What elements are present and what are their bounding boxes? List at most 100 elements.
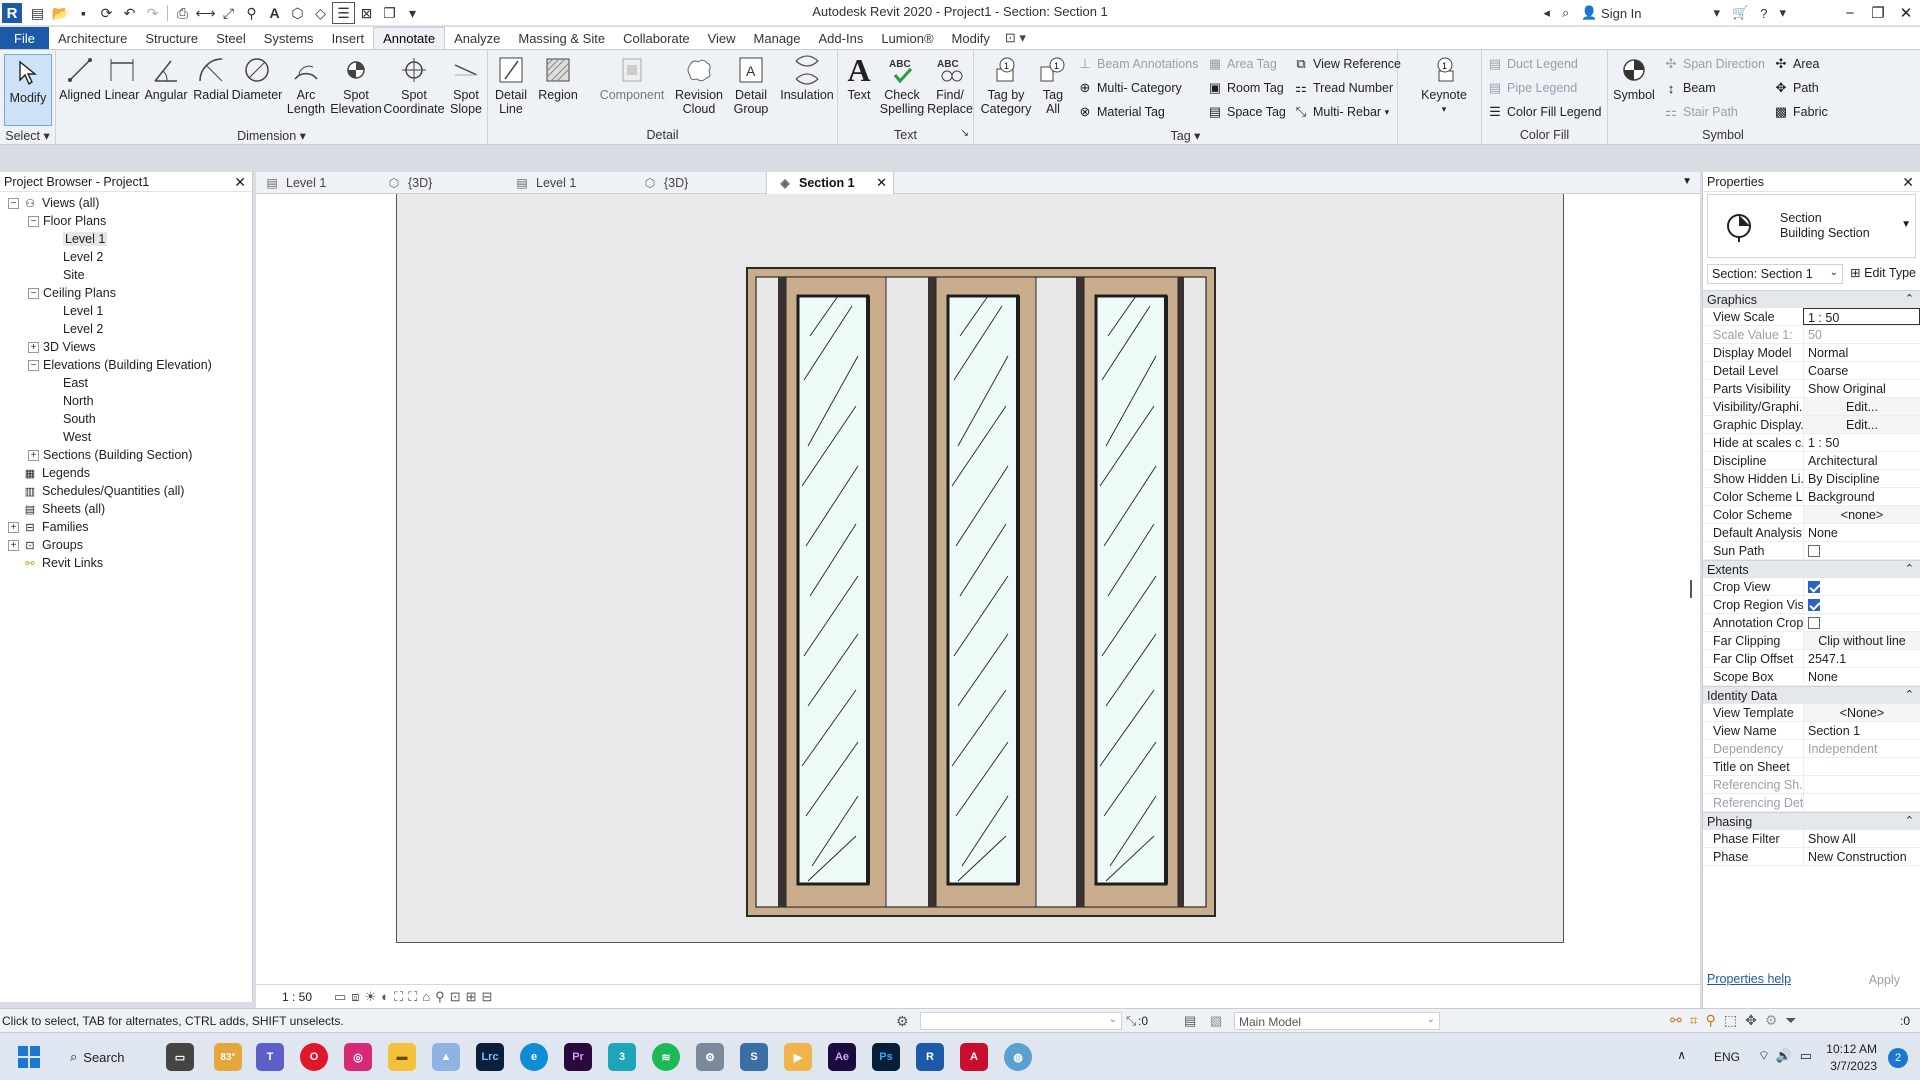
modify-button[interactable]: Modify [4,54,52,126]
collapse-icon[interactable]: − [28,359,39,371]
unlock-3d-icon[interactable]: ⌂ [422,989,430,1005]
tab-lumion[interactable]: Lumion® [872,27,942,49]
analytical-model-icon[interactable]: ⊟ [482,989,493,1005]
close-icon[interactable]: ✕ [1892,0,1920,26]
sash-3[interactable] [1083,276,1179,908]
room-tag-button[interactable]: ▣ Room Tag [1206,77,1284,99]
material-tag-button[interactable]: ⊗ Material Tag [1076,101,1165,123]
browser-node[interactable]: Level 1 [0,230,252,248]
browser-node[interactable]: ▥ Schedules/Quantities (all) [0,482,252,500]
clock-time[interactable]: 10:12 AM [1826,1042,1877,1056]
exclude-options-icon[interactable]: ▧ [1210,1013,1222,1029]
revit-taskbar-icon[interactable]: R [916,1043,944,1071]
tab-manage[interactable]: Manage [745,27,810,49]
checkbox[interactable] [1808,599,1820,611]
premiere-icon[interactable]: Pr [564,1043,592,1071]
crop-view-icon[interactable]: ⛶ [394,989,403,1005]
property-section-header[interactable]: Phasing ⌃ [1703,812,1920,830]
tab-collaborate[interactable]: Collaborate [614,27,699,49]
property-section-header[interactable]: Graphics ⌃ [1703,290,1920,308]
tag-group-label[interactable]: Tag ▾ [974,128,1397,144]
design-options-icon[interactable]: ▤ [1184,1013,1196,1029]
browser-node[interactable]: West [0,428,252,446]
tag-all-button[interactable]: 1 Tag All [1036,54,1070,116]
property-value[interactable]: Normal [1803,344,1920,361]
browser-node[interactable]: South [0,410,252,428]
select-group-label[interactable]: Select ▾ [0,128,55,144]
tab-systems[interactable]: Systems [255,27,323,49]
select-links-icon[interactable]: ⚯ [1670,1012,1682,1029]
worksharing-display-icon[interactable]: ⊞ [466,989,477,1005]
beam-annotations-button[interactable]: ⊥ Beam Annotations [1076,53,1198,75]
tab-add-ins[interactable]: Add-Ins [810,27,873,49]
select-by-face-icon[interactable]: ⬚ [1724,1012,1737,1029]
spot-slope-button[interactable]: Spot Slope [446,54,486,116]
browser-node[interactable]: North [0,392,252,410]
property-value[interactable] [1803,758,1920,775]
property-value[interactable]: None [1803,524,1920,541]
browser-node[interactable]: Site [0,266,252,284]
media-player-icon[interactable]: ▶ [784,1043,812,1071]
view-tab-level-1-b[interactable]: ▤ Level 1 [514,172,634,194]
photos-icon[interactable]: ▲ [432,1043,460,1071]
collapse-section-icon[interactable]: ⌃ [1905,688,1914,701]
tab-annotate[interactable]: Annotate [373,27,446,49]
help-icon[interactable]: ? [1754,0,1773,26]
text-group-launcher-icon[interactable]: ↘ [961,128,969,139]
restore-icon[interactable]: ❐ [1864,0,1892,26]
tab-modify[interactable]: Modify [943,27,999,49]
diameter-dimension-button[interactable]: Diameter [232,54,282,102]
property-value[interactable]: Clip without line [1803,632,1920,649]
aligned-dimension-button[interactable]: Aligned [59,54,101,102]
view-scale-button[interactable]: 1 : 50 [282,990,312,1004]
tab-massing-site[interactable]: Massing & Site [509,27,614,49]
cart-icon[interactable]: 🛒 [1726,0,1754,26]
area-symbol-button[interactable]: ✣ Area [1772,53,1820,75]
tab-analyze[interactable]: Analyze [445,27,509,49]
browser-node[interactable]: ▤ Sheets (all) [0,500,252,518]
edit-type-button[interactable]: ⊞ Edit Type [1850,265,1916,280]
sync-icon[interactable]: ⟳ [95,2,118,24]
component-button[interactable]: Component [596,54,668,102]
apply-button[interactable]: Apply [1857,972,1912,988]
tab-file[interactable]: File [0,27,49,49]
property-value[interactable]: Coarse [1803,362,1920,379]
browser-node[interactable]: − ⚇ Views (all) [0,194,252,212]
browser-node[interactable]: − Elevations (Building Elevation) [0,356,252,374]
info-center-arrow-icon[interactable]: ◂ [1537,0,1556,26]
property-value[interactable]: Edit... [1803,398,1920,415]
dimension-group-label[interactable]: Dimension ▾ [56,128,487,144]
path-symbol-button[interactable]: ✥ Path [1772,77,1819,99]
checkbox[interactable] [1808,617,1820,629]
multi-category-tag-button[interactable]: ⊕ Multi- Category [1076,77,1182,99]
pipe-legend-button[interactable]: ▤ Pipe Legend [1486,77,1577,99]
sun-path-icon[interactable]: ☀ [365,989,377,1005]
text-group-label[interactable]: Text ↘ [838,128,973,144]
tab-steel[interactable]: Steel [207,27,255,49]
3d-view-icon[interactable]: ⬡ [286,2,309,24]
language-indicator[interactable]: ENG [1714,1050,1740,1064]
property-section-header[interactable]: Extents ⌃ [1703,560,1920,578]
duct-legend-button[interactable]: ▤ Duct Legend [1486,53,1578,75]
editable-only-icon[interactable]: ⤡ [1126,1013,1136,1029]
checkbox[interactable] [1808,545,1820,557]
keynote-dropdown-icon[interactable]: ▾ [1442,102,1447,116]
section-icon[interactable]: ◇ [309,2,332,24]
tab-view[interactable]: View [699,27,745,49]
measure-icon[interactable]: ⟷ [194,2,217,24]
tray-overflow-icon[interactable]: ∧ [1677,1048,1686,1062]
close-tab-icon[interactable]: ✕ [876,175,887,191]
aligned-dimension-icon[interactable]: ⤢ [217,2,240,24]
browser-node[interactable]: + Sections (Building Section) [0,446,252,464]
area-tag-button[interactable]: ▦ Area Tag [1206,53,1277,75]
task-view-icon[interactable]: ▭ [166,1043,194,1071]
open-icon[interactable]: 📂 [49,2,72,24]
instance-dropdown[interactable]: Section: Section 1 ⌄ [1707,264,1843,284]
view-splitter-handle[interactable] [1690,580,1692,598]
property-value[interactable]: By Discipline [1803,470,1920,487]
tab-architecture[interactable]: Architecture [49,27,136,49]
select-pinned-icon[interactable]: ⚲ [1706,1012,1716,1029]
detail-level-icon[interactable]: ▭ [334,989,346,1005]
property-value[interactable]: Show All [1803,830,1920,847]
spot-elevation-button[interactable]: Spot Elevation [330,54,382,116]
